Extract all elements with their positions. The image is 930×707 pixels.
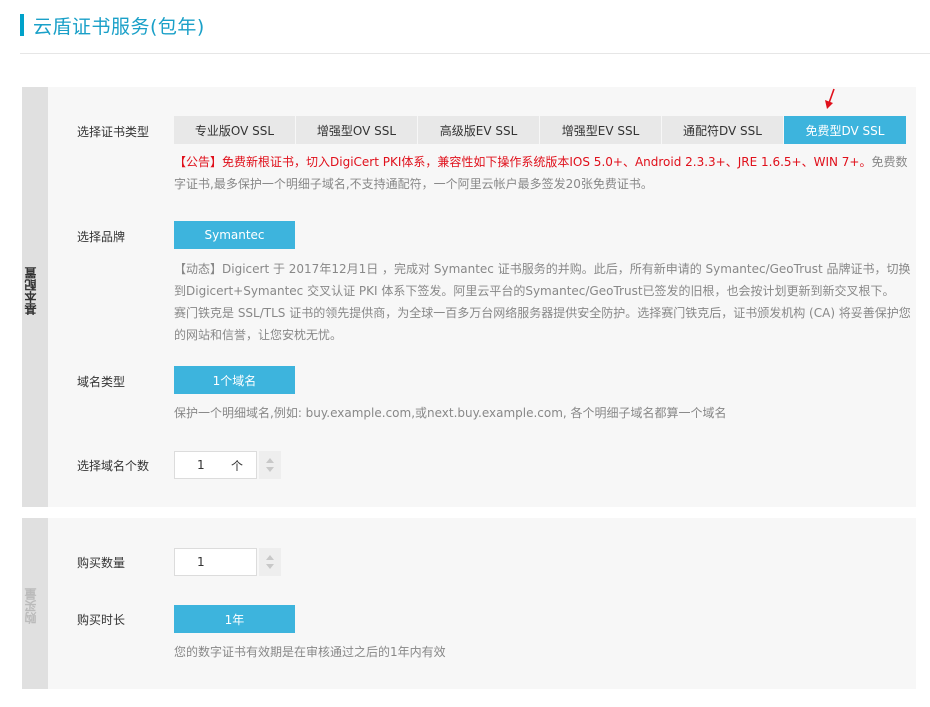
domain-count-unit: 个 [231, 458, 244, 473]
quantity-spin-buttons [259, 548, 281, 576]
cert-type-label: 选择证书类型 [77, 125, 150, 139]
domain-count-input[interactable]: 1 个 [174, 451, 257, 479]
header-divider [20, 53, 930, 54]
purchase-label: 购买量 [24, 588, 38, 624]
basic-config-sidebar: 基本配置 [22, 87, 48, 507]
quantity-label: 购买数量 [77, 556, 126, 570]
tab-free-dv-ssl[interactable]: 免费型DV SSL [784, 116, 906, 144]
page-header: 云盾证书服务(包年) [20, 13, 205, 38]
domain-type-label: 域名类型 [77, 375, 126, 389]
tab-wildcard-dv-ssl[interactable]: 通配符DV SSL [662, 116, 784, 144]
domain-count-label: 选择域名个数 [77, 459, 150, 473]
duration-label: 购买时长 [77, 613, 126, 627]
pointer-arrow-icon [825, 88, 835, 109]
brand-symantec-button[interactable]: Symantec [174, 221, 295, 249]
cert-type-tabs: 专业版OV SSL 增强型OV SSL 高级版EV SSL 增强型EV SSL … [174, 116, 906, 144]
decrement-arrow-icon[interactable] [266, 564, 274, 569]
purchase-sidebar: 购买量 [22, 518, 48, 689]
increment-arrow-icon[interactable] [266, 458, 274, 463]
decrement-arrow-icon[interactable] [266, 467, 274, 472]
basic-config-section: 基本配置 选择证书类型 专业版OV SSL 增强型OV SSL 高级版EV SS… [22, 87, 916, 507]
cert-notice-red: 【公告】免费新根证书，切入DigiCert PKI体系，兼容性如下操作系统版本I… [174, 155, 872, 169]
brand-label: 选择品牌 [77, 230, 126, 244]
tab-advanced-ev-ssl[interactable]: 高级版EV SSL [418, 116, 540, 144]
tab-professional-ov-ssl[interactable]: 专业版OV SSL [174, 116, 296, 144]
cert-notice: 【公告】免费新根证书，切入DigiCert PKI体系，兼容性如下操作系统版本I… [174, 151, 914, 195]
quantity-input[interactable]: 1 [174, 548, 257, 576]
brand-news-text: 【动态】Digicert 于 2017年12月1日 ，完成对 Symantec … [174, 262, 911, 298]
quantity-value: 1 [197, 555, 205, 569]
tab-enhanced-ov-ssl[interactable]: 增强型OV SSL [296, 116, 418, 144]
domain-type-single-button[interactable]: 1个域名 [174, 366, 295, 394]
tab-enhanced-ev-ssl[interactable]: 增强型EV SSL [540, 116, 662, 144]
quantity-stepper: 1 [174, 548, 281, 576]
header-accent-bar [20, 14, 24, 36]
domain-type-description: 保护一个明细域名,例如: buy.example.com,或next.buy.e… [174, 406, 727, 420]
domain-count-value: 1 [197, 458, 205, 472]
purchase-section: 购买量 购买数量 1 购买时长 1年 您的数字证书有效期是在审核通过之后的1年内… [22, 518, 916, 689]
domain-count-spin-buttons [259, 451, 281, 479]
duration-1-year-button[interactable]: 1年 [174, 605, 295, 633]
domain-count-stepper: 1 个 [174, 451, 281, 479]
duration-description: 您的数字证书有效期是在审核通过之后的1年内有效 [174, 645, 446, 659]
brand-description: 【动态】Digicert 于 2017年12月1日 ，完成对 Symantec … [174, 258, 914, 346]
page-title: 云盾证书服务(包年) [33, 15, 205, 38]
increment-arrow-icon[interactable] [266, 555, 274, 560]
brand-intro-text: 赛门铁克是 SSL/TLS 证书的领先提供商，为全球一百多万台网络服务器提供安全… [174, 306, 911, 342]
basic-config-label: 基本配置 [24, 267, 38, 315]
